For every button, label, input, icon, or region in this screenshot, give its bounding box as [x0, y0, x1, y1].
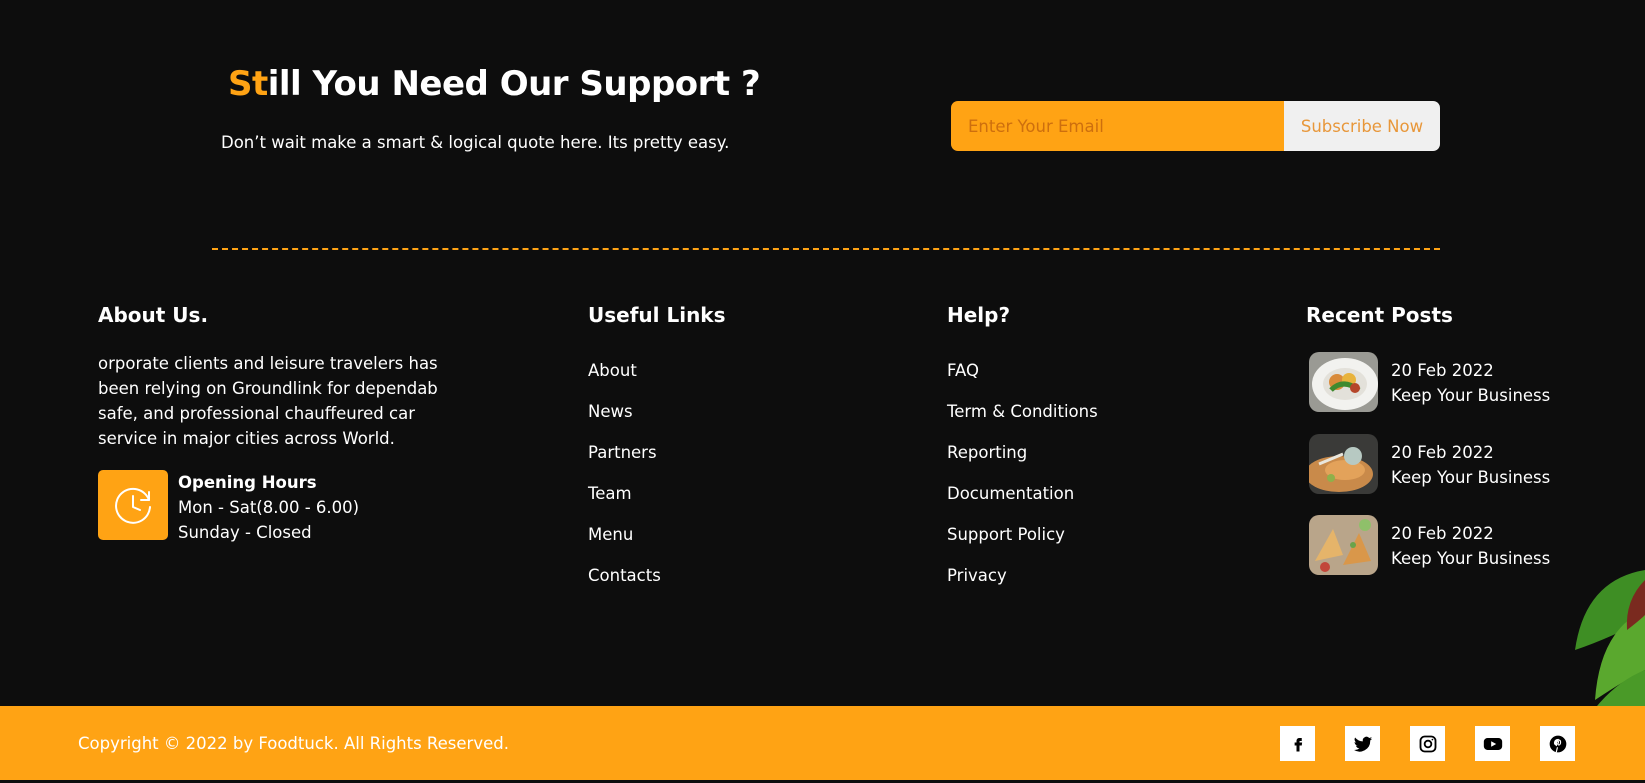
youtube-icon[interactable] [1475, 726, 1510, 761]
post-title[interactable]: Keep Your Business [1391, 546, 1550, 571]
bottom-bar: Copyright © 2022 by Foodtuck. All Rights… [0, 706, 1645, 780]
useful-links-title: Useful Links [588, 303, 726, 327]
hours-sunday: Sunday - Closed [178, 523, 312, 542]
post-title[interactable]: Keep Your Business [1391, 465, 1550, 490]
facebook-icon[interactable] [1280, 726, 1315, 761]
support-heading-rest: ill You Need Our Support ? [267, 64, 761, 104]
footer-link-contacts[interactable]: Contacts [588, 565, 661, 606]
support-heading: Still You Need Our Support ? [228, 64, 761, 104]
about-title: About Us. [98, 303, 209, 327]
post-title[interactable]: Keep Your Business [1391, 383, 1550, 408]
post-thumbnail [1309, 434, 1378, 494]
footer-link-partners[interactable]: Partners [588, 442, 661, 483]
footer-link-menu[interactable]: Menu [588, 524, 661, 565]
subscribe-form: Subscribe Now [951, 101, 1440, 151]
help-link-terms[interactable]: Term & Conditions [947, 401, 1098, 442]
post-date: 20 Feb 2022 [1391, 524, 1494, 543]
post-thumbnail [1309, 515, 1378, 575]
twitter-icon[interactable] [1345, 726, 1380, 761]
help-title: Help? [947, 303, 1011, 327]
useful-links-list: About News Partners Team Menu Contacts [588, 360, 661, 606]
instagram-icon[interactable] [1410, 726, 1445, 761]
help-link-documentation[interactable]: Documentation [947, 483, 1098, 524]
hours-weekdays: Mon - Sat(8.00 - 6.00) [178, 498, 360, 517]
support-subtitle: Don’t wait make a smart & logical quote … [221, 133, 730, 152]
hours-title: Opening Hours [178, 473, 317, 492]
hours-text: Opening Hours Mon - Sat(8.00 - 6.00) Sun… [178, 470, 359, 545]
subscribe-button[interactable]: Subscribe Now [1284, 101, 1440, 151]
post-info: 20 Feb 2022 Keep Your Business [1391, 358, 1550, 408]
copyright-text: Copyright © 2022 by Foodtuck. All Rights… [78, 734, 509, 753]
help-link-reporting[interactable]: Reporting [947, 442, 1098, 483]
help-link-privacy[interactable]: Privacy [947, 565, 1098, 606]
email-input[interactable] [951, 101, 1284, 151]
recent-posts-title: Recent Posts [1306, 303, 1453, 327]
post-info: 20 Feb 2022 Keep Your Business [1391, 521, 1550, 571]
post-thumbnail [1309, 352, 1378, 412]
post-info: 20 Feb 2022 Keep Your Business [1391, 440, 1550, 490]
pinterest-icon[interactable] [1540, 726, 1575, 761]
post-date: 20 Feb 2022 [1391, 361, 1494, 380]
help-link-support-policy[interactable]: Support Policy [947, 524, 1098, 565]
help-link-faq[interactable]: FAQ [947, 360, 1098, 401]
support-heading-accent: St [228, 64, 268, 104]
dashed-divider [212, 248, 1440, 250]
clock-icon [98, 470, 168, 540]
footer-link-news[interactable]: News [588, 401, 661, 442]
footer-link-about[interactable]: About [588, 360, 661, 401]
help-links-list: FAQ Term & Conditions Reporting Document… [947, 360, 1098, 606]
about-text: orporate clients and leisure travelers h… [98, 354, 438, 448]
post-date: 20 Feb 2022 [1391, 443, 1494, 462]
footer-link-team[interactable]: Team [588, 483, 661, 524]
